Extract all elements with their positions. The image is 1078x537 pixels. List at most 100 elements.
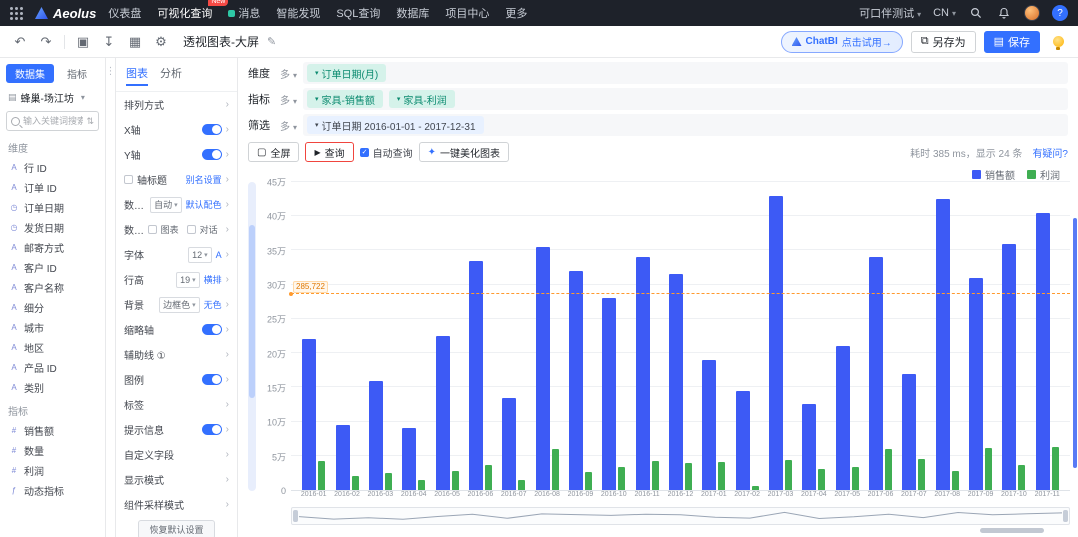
filter-drop-zone-2[interactable]: ▾订单日期 2016-01-01 - 2017-12-31 [303, 114, 1068, 136]
bar-group-2016-06[interactable] [464, 182, 497, 490]
filter-mode-selector[interactable]: 多 [280, 92, 297, 107]
config-section-0[interactable]: 排列方式› [116, 92, 237, 117]
config-section-11[interactable]: 图例› [116, 367, 237, 392]
logo[interactable]: Aeolus [35, 6, 96, 21]
config-section-2[interactable]: Y轴› [116, 142, 237, 167]
bar-利润-2016-03[interactable] [385, 473, 392, 490]
field-销售额[interactable]: #销售额 [0, 420, 105, 440]
bar-销售额-2016-04[interactable] [402, 428, 416, 490]
config-section-14[interactable]: 自定义字段› [116, 442, 237, 467]
bar-销售额-2017-01[interactable] [702, 360, 716, 490]
bar-销售额-2016-03[interactable] [369, 381, 383, 491]
bar-group-2017-03[interactable] [764, 182, 797, 490]
field-城市[interactable]: A城市 [0, 317, 105, 337]
save-as-button[interactable]: ⧉ 另存为 [911, 31, 976, 53]
tab-chart-config[interactable]: 图表 [126, 65, 148, 86]
bar-利润-2016-05[interactable] [452, 471, 459, 490]
config-checkbox-图表[interactable] [148, 225, 157, 234]
bar-销售额-2016-01[interactable] [302, 339, 316, 490]
field-邮寄方式[interactable]: A邮寄方式 [0, 237, 105, 257]
workspace-switcher[interactable]: 可口伴测试 [859, 5, 921, 21]
help-icon[interactable] [1052, 5, 1068, 21]
config-section-8[interactable]: 背景边框色▾无色› [116, 292, 237, 317]
vertical-zoom-slider[interactable] [248, 182, 256, 491]
bar-利润-2016-06[interactable] [485, 465, 492, 490]
config-section-13[interactable]: 提示信息› [116, 417, 237, 442]
tab-dataset[interactable]: 数据集 [6, 64, 54, 83]
filter-drop-zone-1[interactable]: ▾家具-销售额 ▾家具-利润 [303, 88, 1068, 110]
bar-group-2017-08[interactable] [931, 182, 964, 490]
bar-利润-2017-01[interactable] [718, 462, 725, 490]
bar-销售额-2016-02[interactable] [336, 425, 350, 490]
bar-利润-2016-08[interactable] [552, 449, 559, 490]
auto-query-toggle[interactable]: 自动查询 [360, 145, 413, 160]
bar-利润-2017-04[interactable] [818, 469, 825, 490]
bar-销售额-2017-08[interactable] [936, 199, 950, 490]
filter-tag[interactable]: ▾家具-销售额 [307, 90, 383, 108]
field-search-input[interactable] [23, 116, 83, 126]
nav-item-6[interactable]: 项目中心 [445, 5, 489, 21]
tab-metrics[interactable]: 指标 [58, 64, 96, 83]
bar-销售额-2016-10[interactable] [602, 298, 616, 490]
bar-group-2016-07[interactable] [497, 182, 530, 490]
bar-利润-2017-06[interactable] [885, 449, 892, 490]
config-toggle-9[interactable] [202, 324, 222, 335]
bar-group-2017-01[interactable] [697, 182, 730, 490]
filter-mode-selector[interactable]: 多 [280, 66, 297, 81]
config-section-10[interactable]: 辅助线 ①› [116, 342, 237, 367]
config-checkbox-3[interactable] [124, 175, 133, 184]
bar-销售额-2017-11[interactable] [1036, 213, 1050, 490]
field-客户 ID[interactable]: A客户 ID [0, 257, 105, 277]
config-select-7[interactable]: 19▾ [176, 272, 200, 288]
bar-销售额-2016-07[interactable] [502, 398, 516, 490]
query-button[interactable]: ▶ 查询 [305, 142, 353, 162]
vertical-zoom-thumb[interactable] [249, 225, 255, 398]
config-section-12[interactable]: 标签› [116, 392, 237, 417]
filter-tag[interactable]: ▾家具-利润 [389, 90, 455, 108]
settings-gear-icon[interactable]: ⚙ [151, 32, 171, 52]
bar-利润-2016-11[interactable] [652, 461, 659, 490]
field-细分[interactable]: A细分 [0, 297, 105, 317]
config-section-15[interactable]: 显示模式› [116, 467, 237, 492]
bar-group-2017-11[interactable] [1031, 182, 1064, 490]
nav-item-5[interactable]: 数据库 [396, 5, 429, 21]
tips-lightbulb-button[interactable] [1048, 32, 1068, 52]
auto-query-checkbox[interactable] [360, 148, 369, 157]
bar-销售额-2017-07[interactable] [902, 374, 916, 490]
config-select-8[interactable]: 边框色▾ [159, 297, 200, 313]
bar-利润-2016-04[interactable] [418, 480, 425, 490]
config-extra-3[interactable]: 别名设置 [186, 173, 222, 186]
bar-销售额-2017-04[interactable] [802, 404, 816, 490]
bar-销售额-2017-02[interactable] [736, 391, 750, 490]
nav-item-2[interactable]: 消息 [228, 5, 260, 21]
undo-icon[interactable]: ↶ [10, 32, 30, 52]
bar-销售额-2016-08[interactable] [536, 247, 550, 490]
config-extra-8[interactable]: 无色 [204, 298, 222, 311]
image-export-icon[interactable]: ▦ [125, 32, 145, 52]
config-section-3[interactable]: 轴标题别名设置› [116, 167, 237, 192]
chart-plot[interactable]: 285,722 [291, 182, 1070, 491]
nav-item-1[interactable]: 可视化查询New [157, 5, 212, 21]
beautify-button[interactable]: ✦ 一键美化图表 [419, 142, 509, 162]
config-section-9[interactable]: 缩略轴› [116, 317, 237, 342]
filter-drop-zone-0[interactable]: ▾订单日期(月) [303, 62, 1068, 84]
bar-销售额-2016-11[interactable] [636, 257, 650, 490]
bar-group-2016-11[interactable] [630, 182, 663, 490]
bar-利润-2016-12[interactable] [685, 463, 692, 490]
bar-group-2017-06[interactable] [864, 182, 897, 490]
legend-item-利润[interactable]: 利润 [1027, 167, 1060, 181]
horizontal-scrollbar[interactable] [291, 527, 1070, 534]
config-section-5[interactable]: 数据显示图表对话› [116, 217, 237, 242]
vertical-scrollbar[interactable] [1073, 218, 1077, 468]
app-grid-icon[interactable] [10, 7, 23, 20]
bar-利润-2017-08[interactable] [952, 471, 959, 490]
bar-group-2017-07[interactable] [897, 182, 930, 490]
bar-销售额-2017-10[interactable] [1002, 244, 1016, 490]
bar-group-2016-10[interactable] [597, 182, 630, 490]
bar-group-2016-04[interactable] [397, 182, 430, 490]
dataset-selector[interactable]: ▤ 蜂巢-场江坊 [0, 87, 105, 108]
filter-icon[interactable]: ⇅ [86, 116, 94, 127]
tab-analysis-config[interactable]: 分析 [160, 65, 182, 86]
field-产品 ID[interactable]: A产品 ID [0, 357, 105, 377]
bar-销售额-2016-05[interactable] [436, 336, 450, 490]
